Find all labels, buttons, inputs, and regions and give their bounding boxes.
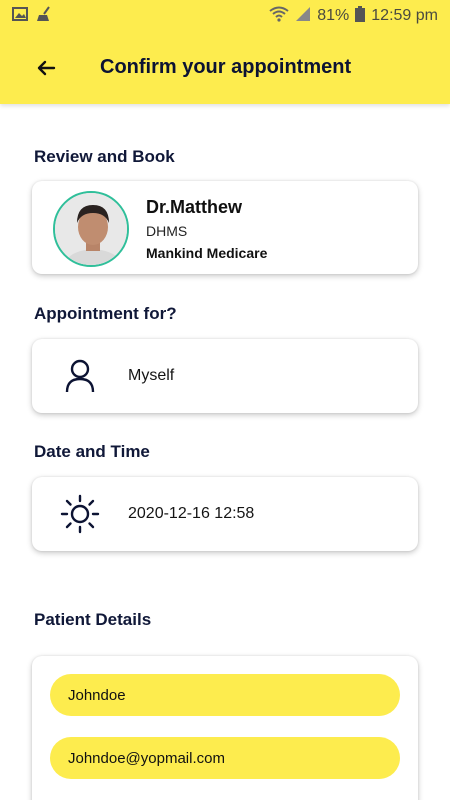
doctor-card: Dr.Matthew DHMS Mankind Medicare <box>32 181 418 274</box>
date-time-selector[interactable]: 2020-12-16 12:58 <box>32 477 418 551</box>
patient-details-card <box>32 656 418 800</box>
sun-icon <box>60 494 100 534</box>
patient-details-title: Patient Details <box>34 610 152 629</box>
doctor-name: Dr.Matthew <box>146 197 243 217</box>
doctor-avatar <box>53 191 129 267</box>
appointment-for-value: Myself <box>128 367 175 384</box>
appointment-for-selector[interactable]: Myself <box>32 339 418 413</box>
status-system: 81% 12:59 pm <box>269 5 438 27</box>
wifi-icon <box>269 6 289 27</box>
image-notification-icon <box>12 6 28 26</box>
review-section-title: Review and Book <box>34 147 175 166</box>
battery-percent: 81% <box>317 7 350 24</box>
patient-name-input[interactable] <box>50 674 400 716</box>
arrow-left-icon <box>37 60 56 76</box>
person-icon <box>60 356 100 396</box>
page-title: Confirm your appointment <box>100 56 352 78</box>
date-time-title: Date and Time <box>34 442 150 461</box>
signal-icon <box>295 6 311 27</box>
back-button[interactable] <box>32 54 60 82</box>
doctor-degree: DHMS <box>146 223 188 239</box>
status-notifications <box>12 5 54 27</box>
date-time-value: 2020-12-16 12:58 <box>128 505 255 522</box>
patient-email-input[interactable] <box>50 737 400 779</box>
appointment-for-title: Appointment for? <box>34 304 177 323</box>
doctor-organization: Mankind Medicare <box>146 245 268 261</box>
broom-notification-icon <box>36 5 54 27</box>
status-bar: 81% 12:59 pm <box>0 0 450 32</box>
app-header: 81% 12:59 pm Confirm your appointment <box>0 0 450 104</box>
battery-icon <box>355 5 366 27</box>
status-time: 12:59 pm <box>371 7 438 24</box>
